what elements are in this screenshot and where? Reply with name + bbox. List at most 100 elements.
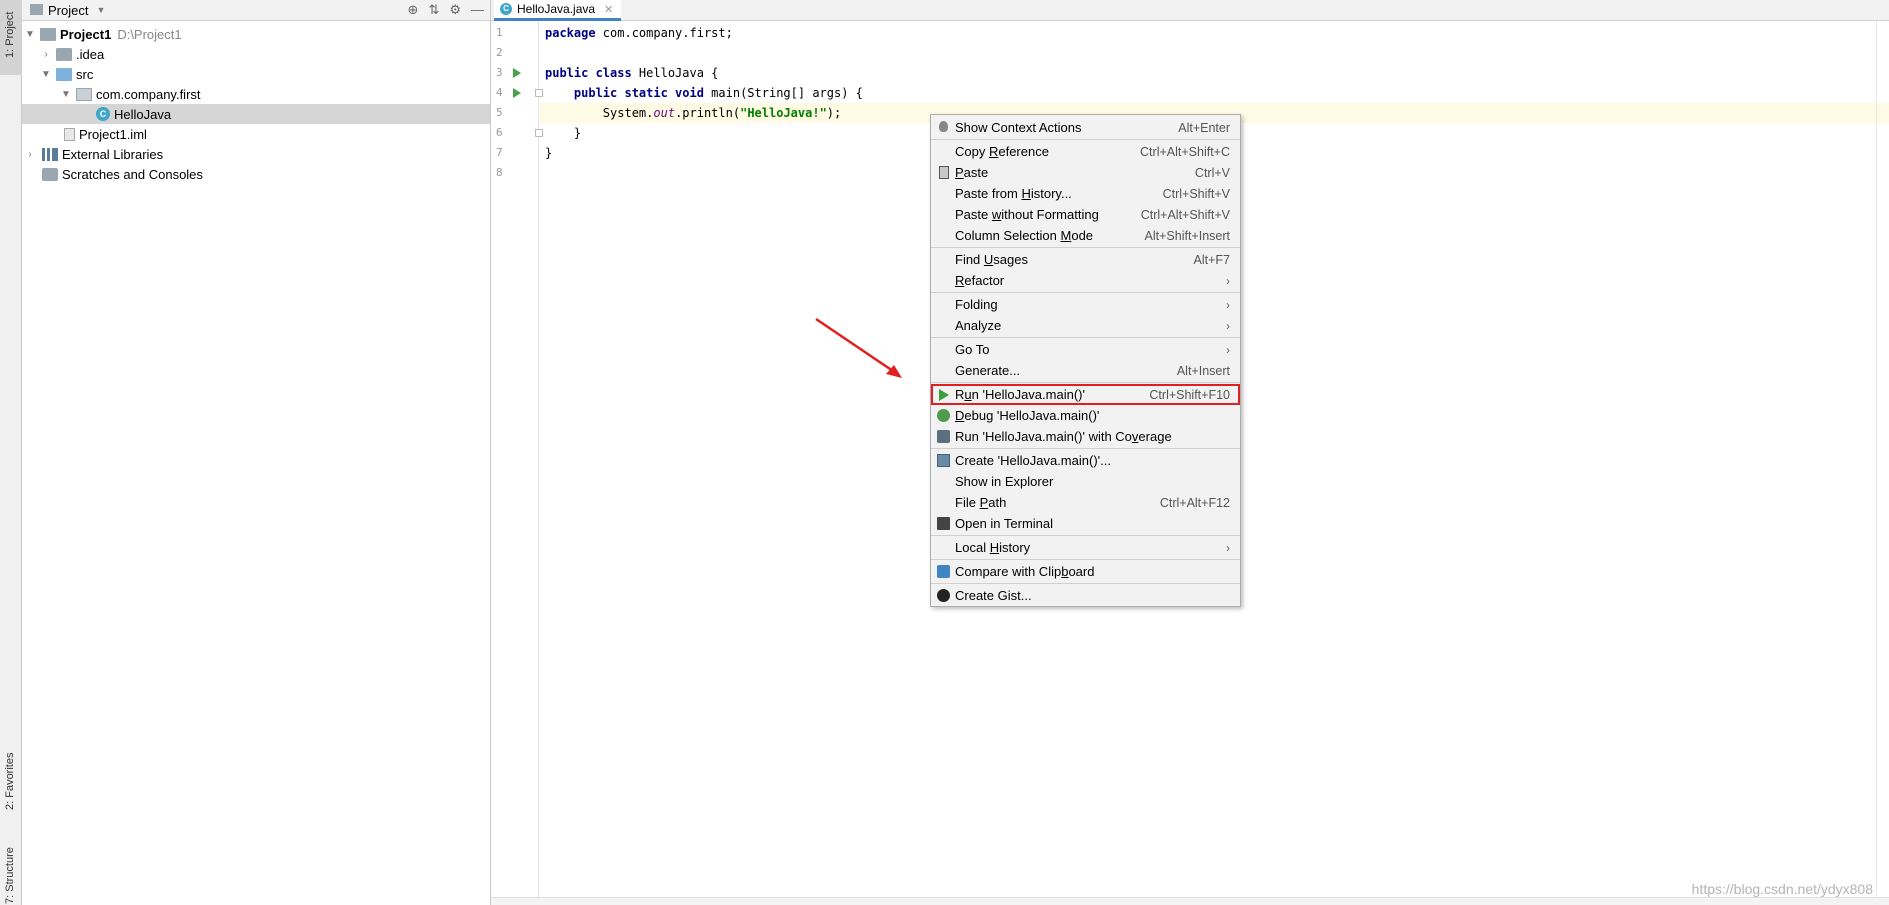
run-gutter-icon[interactable] [513,88,521,98]
code-token: System. [545,106,654,120]
tree-node-idea[interactable]: › .idea [22,44,490,64]
menu-separator [931,535,1240,536]
favorites-tool-tab[interactable]: 2: Favorites [0,728,22,813]
submenu-arrow-icon: › [1226,318,1230,333]
close-icon[interactable]: ✕ [604,3,613,16]
menu-item-copy-reference[interactable]: Copy Reference Ctrl+Alt+Shift+C [931,141,1240,162]
menu-separator [931,448,1240,449]
tree-node-scratches[interactable]: Scratches and Consoles [22,164,490,184]
menu-item-run-with-coverage[interactable]: Run 'HelloJava.main()' with Coverage [931,426,1240,447]
menu-item-run-main[interactable]: Run 'HelloJava.main()' Ctrl+Shift+F10 [931,384,1240,405]
menu-item-find-usages[interactable]: Find Usages Alt+F7 [931,249,1240,270]
line-number: 7 [496,146,503,159]
chevron-down-icon[interactable]: ▼ [24,29,36,40]
menu-item-label: Generate... [955,363,1021,378]
menu-item-create-gist[interactable]: Create Gist... [931,585,1240,606]
code-token: HelloJava { [631,66,719,80]
project-tool-tab-label: 1: Project [4,11,16,58]
structure-tool-tab[interactable]: 7: Structure [0,820,22,905]
tree-node-label: Project1 [60,26,112,42]
folder-icon [56,47,72,61]
menu-item-label: File Path [955,495,1007,510]
menu-item-create-config[interactable]: Create 'HelloJava.main()'... [931,450,1240,471]
menu-item-paste-without-formatting[interactable]: Paste without Formatting Ctrl+Alt+Shift+… [931,204,1240,225]
editor-gutter: 1 2 3 4 5 6 7 8 [491,21,543,905]
editor-tab-hellojava[interactable]: C HelloJava.java ✕ [494,0,622,21]
menu-item-generate[interactable]: Generate... Alt+Insert [931,360,1240,381]
project-panel: Project ▼ ⊕ ⇅ ⚙ — ▼ Project1 D:\Project1… [22,0,491,905]
menu-item-column-selection-mode[interactable]: Column Selection Mode Alt+Shift+Insert [931,225,1240,246]
menu-item-refactor[interactable]: Refactor › [931,270,1240,291]
menu-item-label: Create Gist... [955,588,1032,603]
project-folder-icon [40,27,56,41]
line-number: 5 [496,106,503,119]
tree-node-hellojava[interactable]: C HelloJava [22,104,490,124]
package-icon [76,87,92,101]
menu-item-show-in-explorer[interactable]: Show in Explorer [931,471,1240,492]
code-token: public class [545,66,632,80]
menu-item-folding[interactable]: Folding › [931,294,1240,315]
tree-node-project1[interactable]: ▼ Project1 D:\Project1 [22,24,490,44]
project-panel-header: Project ▼ ⊕ ⇅ ⚙ — [22,0,490,21]
hide-panel-icon[interactable]: — [471,2,484,18]
create-config-icon [937,454,950,467]
project-tool-tab[interactable]: 1: Project [0,0,22,75]
tree-node-package[interactable]: ▼ com.company.first [22,84,490,104]
chevron-right-icon[interactable]: › [24,149,36,160]
menu-item-label: Paste from History... [955,186,1072,201]
menu-item-debug-main[interactable]: Debug 'HelloJava.main()' [931,405,1240,426]
debug-icon [937,409,950,422]
arrow-shaft [815,317,897,375]
menu-item-show-context-actions[interactable]: Show Context Actions Alt+Enter [931,117,1240,138]
editor-tab-bar: C HelloJava.java ✕ [491,0,1889,21]
menu-item-file-path[interactable]: File Path Ctrl+Alt+F12 [931,492,1240,513]
tool-window-stripe: 1: Project 2: Favorites 7: Structure [0,0,22,905]
menu-item-shortcut: Alt+Shift+Insert [1144,228,1230,243]
chevron-down-icon[interactable]: ▼ [60,89,72,100]
menu-item-label: Column Selection Mode [955,228,1094,243]
chevron-right-icon[interactable]: › [40,49,52,60]
menu-item-paste-from-history[interactable]: Paste from History... Ctrl+Shift+V [931,183,1240,204]
project-view-selector[interactable]: Project [48,3,88,18]
menu-item-analyze[interactable]: Analyze › [931,315,1240,336]
tree-node-external-libraries[interactable]: › External Libraries [22,144,490,164]
menu-item-label: Find Usages [955,252,1028,267]
gear-icon[interactable]: ⚙ [449,2,461,18]
menu-item-go-to[interactable]: Go To › [931,339,1240,360]
menu-item-shortcut: Alt+Insert [1176,363,1230,378]
run-gutter-icon[interactable] [513,68,521,78]
code-token: } [545,126,582,140]
menu-item-shortcut: Ctrl+Alt+Shift+C [1140,144,1230,159]
collapse-all-icon[interactable]: ⇅ [428,2,439,18]
scratches-icon [42,167,58,181]
chevron-down-icon[interactable]: ▼ [96,5,105,15]
menu-item-local-history[interactable]: Local History › [931,537,1240,558]
iml-file-icon [64,127,75,141]
chevron-down-icon[interactable]: ▼ [40,69,52,80]
code-token: ); [826,106,842,120]
tree-node-iml[interactable]: Project1.iml [22,124,490,144]
menu-item-label: Debug 'HelloJava.main()' [955,408,1100,423]
coverage-icon [937,430,950,443]
tree-node-src[interactable]: ▼ src [22,64,490,84]
code-token: main(String[] args) { [703,86,863,100]
menu-separator [931,583,1240,584]
menu-item-shortcut: Alt+F7 [1193,252,1230,267]
source-folder-icon [56,67,72,81]
menu-item-compare-with-clipboard[interactable]: Compare with Clipboard [931,561,1240,582]
menu-item-label: Show Context Actions [955,120,1082,135]
tree-node-label: External Libraries [62,146,164,162]
code-line: package com.company.first; [540,23,1889,43]
menu-item-label: Open in Terminal [955,516,1054,531]
locate-icon[interactable]: ⊕ [408,2,419,18]
line-number: 2 [496,46,503,59]
menu-item-paste[interactable]: Paste Ctrl+V [931,162,1240,183]
right-margin-guide [1876,21,1877,905]
menu-item-label: Run 'HelloJava.main()' [955,387,1085,402]
menu-separator [931,382,1240,383]
menu-item-open-in-terminal[interactable]: Open in Terminal [931,513,1240,534]
menu-item-label: Folding [955,297,998,312]
code-line: public static void main(String[] args) { [540,83,1889,103]
menu-item-shortcut: Ctrl+Alt+Shift+V [1140,207,1230,222]
horizontal-scrollbar[interactable] [491,897,1889,905]
